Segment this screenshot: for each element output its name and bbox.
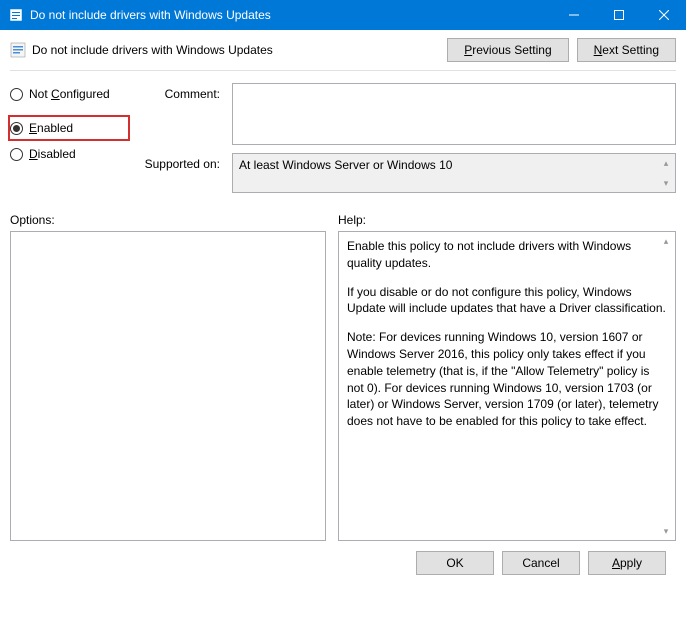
radio-label: Not Configured — [29, 87, 110, 101]
options-label: Options: — [10, 213, 326, 227]
window-title: Do not include drivers with Windows Upda… — [30, 8, 551, 22]
cancel-button[interactable]: Cancel — [502, 551, 580, 575]
window-titlebar: Do not include drivers with Windows Upda… — [0, 0, 686, 30]
app-icon — [8, 7, 24, 23]
ok-button[interactable]: OK — [416, 551, 494, 575]
radio-enabled[interactable]: Enabled — [10, 121, 73, 135]
radio-icon — [10, 122, 23, 135]
help-text: Enable this policy to not include driver… — [347, 238, 667, 272]
options-panel — [10, 231, 326, 541]
comment-label: Comment: — [142, 83, 220, 101]
radio-icon — [10, 148, 23, 161]
scroll-up-icon[interactable]: ▴ — [658, 233, 674, 249]
maximize-button[interactable] — [596, 0, 641, 30]
help-text: If you disable or do not configure this … — [347, 284, 667, 318]
scroll-down-icon[interactable]: ▾ — [658, 523, 674, 539]
comment-input[interactable] — [232, 83, 676, 145]
next-setting-button[interactable]: Next Setting — [577, 38, 676, 62]
supported-label: Supported on: — [142, 153, 220, 171]
page-title: Do not include drivers with Windows Upda… — [32, 43, 441, 57]
radio-label: Enabled — [29, 121, 73, 135]
scroll-down-icon[interactable]: ▾ — [658, 175, 674, 191]
close-button[interactable] — [641, 0, 686, 30]
apply-button[interactable]: Apply — [588, 551, 666, 575]
radio-disabled[interactable]: Disabled — [10, 147, 130, 161]
help-text: Note: For devices running Windows 10, ve… — [347, 329, 667, 430]
help-panel: Enable this policy to not include driver… — [338, 231, 676, 541]
radio-label: Disabled — [29, 147, 76, 161]
previous-setting-button[interactable]: Previous Setting — [447, 38, 568, 62]
supported-on-value: At least Windows Server or Windows 10 — [239, 158, 452, 172]
highlight-box: Enabled — [8, 115, 130, 141]
policy-icon — [10, 42, 26, 58]
supported-on-box: At least Windows Server or Windows 10 ▴ … — [232, 153, 676, 193]
scroll-up-icon[interactable]: ▴ — [658, 155, 674, 171]
help-label: Help: — [338, 213, 676, 227]
minimize-button[interactable] — [551, 0, 596, 30]
radio-not-configured[interactable]: Not Configured — [10, 87, 130, 101]
divider — [10, 70, 676, 71]
radio-icon — [10, 88, 23, 101]
